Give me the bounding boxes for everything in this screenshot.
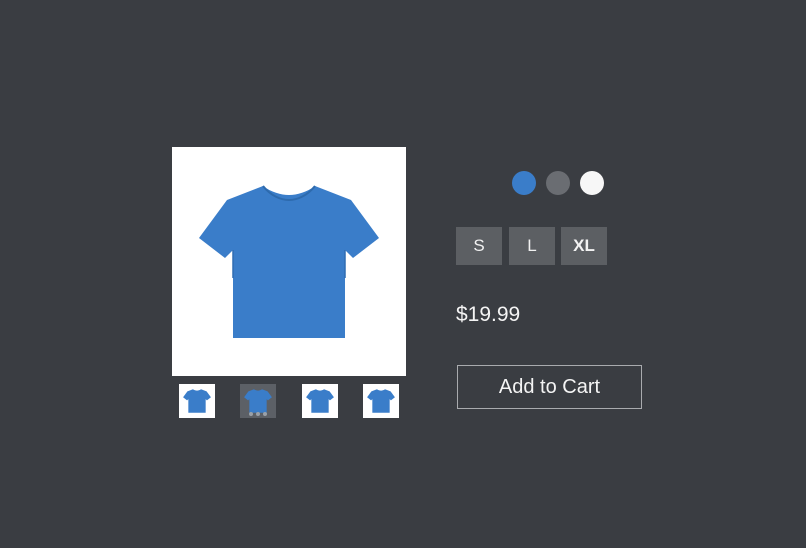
carousel-dot [256,412,260,416]
thumbnail-4[interactable] [363,384,399,418]
tshirt-icon [306,389,334,413]
color-swatch-blue[interactable] [512,171,536,195]
thumbnail-3[interactable] [302,384,338,418]
size-button-xl[interactable]: XL [561,227,607,265]
add-to-cart-button[interactable]: Add to Cart [457,365,642,409]
tshirt-icon [199,184,379,338]
thumbnail-1[interactable] [179,384,215,418]
carousel-dots [240,412,276,416]
color-swatch-gray[interactable] [546,171,570,195]
thumbnail-2-selected[interactable] [240,384,276,418]
tshirt-icon [367,389,395,413]
size-button-l[interactable]: L [509,227,555,265]
carousel-dot [263,412,267,416]
size-button-s[interactable]: S [456,227,502,265]
product-main-image [172,147,406,376]
carousel-dot [249,412,253,416]
product-price: $19.99 [456,303,521,326]
tshirt-icon [244,389,272,413]
tshirt-icon [183,389,211,413]
color-swatch-white[interactable] [580,171,604,195]
